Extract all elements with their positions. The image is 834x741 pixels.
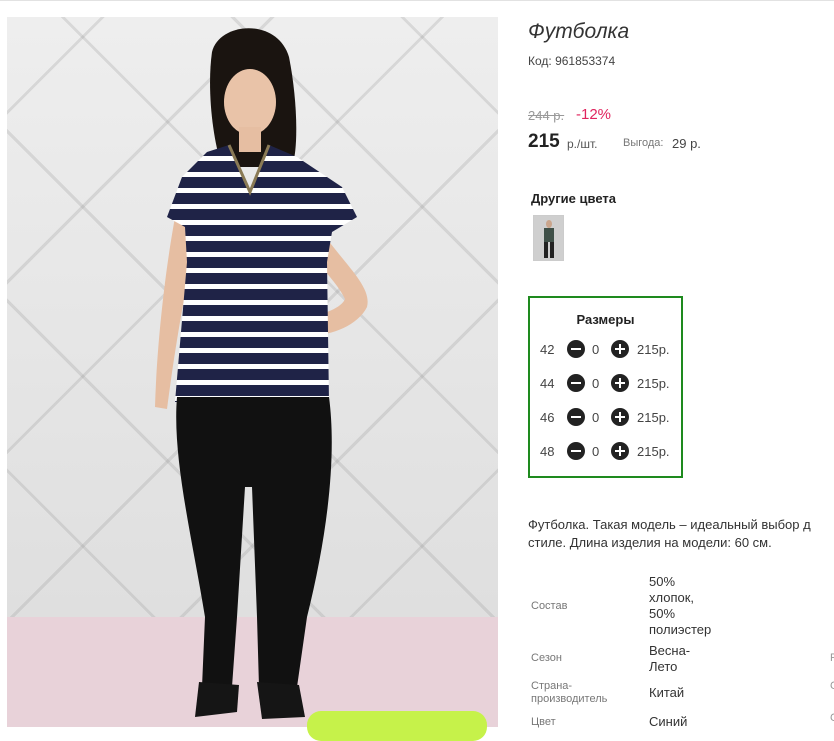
- old-price: 244 р.: [528, 108, 565, 123]
- clipped-column-fragment: Р: [830, 652, 834, 664]
- thumbnail-image: [534, 216, 563, 260]
- size-price: 215р.: [637, 376, 670, 391]
- value-line: 50%: [649, 606, 676, 621]
- savings-label: Выгода:: [623, 137, 664, 149]
- quantity-value: 0: [592, 410, 600, 425]
- value-line: хлопок,: [649, 590, 695, 605]
- product-title: Футболка: [528, 20, 630, 43]
- quantity-value: 0: [592, 342, 600, 357]
- plus-icon[interactable]: [611, 442, 629, 460]
- size-label: 46: [540, 410, 555, 425]
- value-line: Весна-: [649, 643, 691, 658]
- property-value-country: Китай: [649, 685, 685, 700]
- size-row-42: 42 0 215р.: [530, 340, 681, 360]
- size-label: 48: [540, 444, 555, 459]
- size-row-46: 46 0 215р.: [530, 408, 681, 428]
- color-variant-thumbnail[interactable]: [533, 215, 564, 261]
- sizes-title: Размеры: [576, 312, 635, 327]
- property-value-season: Весна- Лето: [649, 643, 690, 675]
- plus-icon[interactable]: [611, 340, 629, 358]
- size-price: 215р.: [637, 444, 670, 459]
- value-line: 50%: [649, 574, 676, 589]
- current-price: 215: [528, 131, 560, 152]
- price-unit: р./шт.: [567, 137, 598, 151]
- quantity-value: 0: [592, 444, 600, 459]
- property-value-composition: 50% хлопок, 50% полиэстер: [649, 574, 711, 638]
- minus-icon[interactable]: [567, 340, 585, 358]
- value-line: Лето: [649, 659, 678, 674]
- minus-icon[interactable]: [567, 374, 585, 392]
- property-label-season: Сезон: [531, 652, 562, 664]
- product-code: Код: 961853374: [528, 54, 616, 68]
- property-value-color: Синий: [649, 714, 688, 729]
- value-line: полиэстер: [649, 622, 712, 637]
- property-label-country: Страна- производитель: [531, 680, 607, 706]
- description-line: Футболка. Такая модель – идеальный выбор…: [528, 517, 811, 532]
- plus-icon[interactable]: [611, 374, 629, 392]
- minus-icon[interactable]: [567, 442, 585, 460]
- clipped-column-fragment: С: [830, 712, 834, 724]
- quantity-value: 0: [592, 376, 600, 391]
- size-price: 215р.: [637, 410, 670, 425]
- size-label: 44: [540, 376, 555, 391]
- sizes-panel: Размеры 42 0 215р. 44 0 215р. 46 0 215р.…: [528, 296, 683, 478]
- savings-value: 29 р.: [672, 136, 701, 151]
- add-to-cart-button[interactable]: [307, 711, 487, 741]
- property-label-color: Цвет: [531, 716, 556, 728]
- size-row-44: 44 0 215р.: [530, 374, 681, 394]
- size-label: 42: [540, 342, 555, 357]
- plus-icon[interactable]: [611, 408, 629, 426]
- top-divider: [0, 0, 834, 1]
- product-photo[interactable]: [7, 17, 498, 727]
- product-description: Футболка. Такая модель – идеальный выбор…: [528, 516, 834, 552]
- size-row-48: 48 0 215р.: [530, 442, 681, 462]
- clipped-column-fragment: С: [830, 680, 834, 692]
- description-line: стиле. Длина изделия на модели: 60 см.: [528, 535, 772, 550]
- label-line: Страна-: [531, 680, 573, 692]
- size-price: 215р.: [637, 342, 670, 357]
- minus-icon[interactable]: [567, 408, 585, 426]
- label-line: производитель: [531, 693, 608, 705]
- property-label-composition: Состав: [531, 600, 568, 612]
- discount-badge: -12%: [576, 106, 612, 123]
- model-illustration: [155, 28, 368, 719]
- other-colors-title: Другие цвета: [531, 191, 616, 206]
